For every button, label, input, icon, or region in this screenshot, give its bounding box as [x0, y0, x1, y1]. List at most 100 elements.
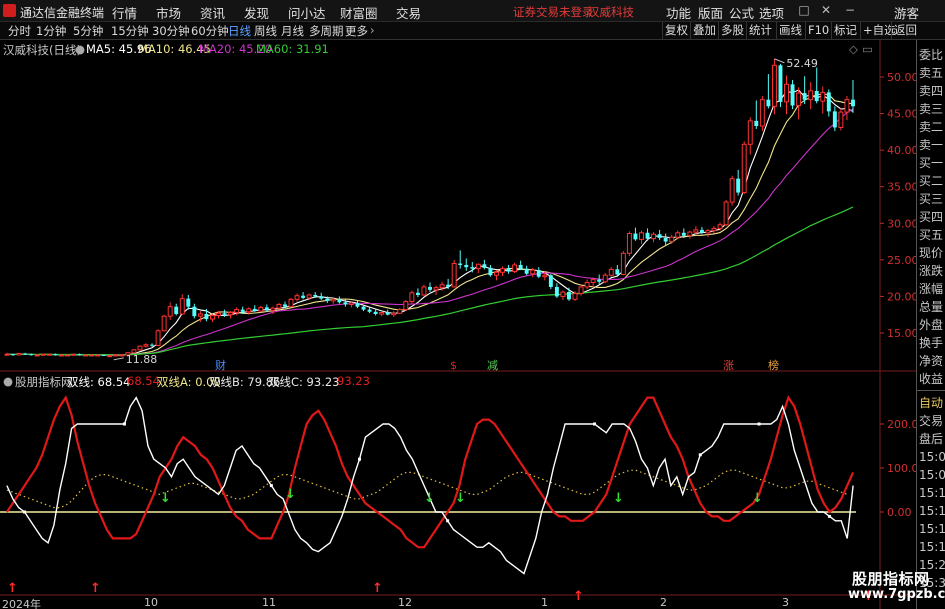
trade-login-notice[interactable]: 证券交易未登录 [513, 4, 594, 20]
rp-change-pct[interactable]: 涨幅 [919, 282, 945, 296]
candle-body-down [567, 292, 571, 300]
close-icon[interactable]: ✕ [818, 2, 834, 18]
rp-afterhours[interactable]: 盘后 [919, 432, 945, 446]
minimize-icon[interactable]: − [842, 2, 858, 18]
app-logo-icon [3, 4, 16, 17]
indicator-c-value2: 93.23 [337, 374, 370, 388]
candle-body-up [179, 298, 185, 315]
period-more[interactable]: 更多 [345, 23, 368, 39]
restore-icon[interactable]: □ [796, 2, 812, 18]
candle-body-up [4, 353, 10, 356]
menu-xuanxiang[interactable]: 选项 [759, 3, 784, 22]
menu-shichang[interactable]: 市场 [156, 3, 181, 22]
diamond-icon[interactable]: ◇ [849, 42, 858, 56]
menu-wenxiaoda[interactable]: 问小达 [288, 3, 326, 22]
candle-body-up [439, 284, 445, 289]
candle-body-down [458, 263, 463, 265]
tongji-button[interactable]: 统计 [746, 22, 774, 39]
app-name: 通达信金融终端 [20, 6, 105, 20]
collapse-icon[interactable]: ▭ [862, 42, 873, 56]
candle-body-down [174, 306, 179, 314]
rp-sell1[interactable]: 卖一 [919, 138, 945, 152]
candle-body-down [240, 309, 245, 312]
candle-body-up [808, 90, 814, 101]
duogu-button[interactable]: 多股 [718, 22, 746, 39]
candle-body-up [530, 269, 536, 275]
guest-button[interactable]: 游客 [894, 3, 919, 22]
rp-trade[interactable]: 交易 [919, 414, 945, 428]
candle-body-up [844, 99, 850, 113]
rp-change[interactable]: 涨跌 [919, 264, 945, 278]
candle-body-up [542, 274, 548, 278]
menu-zixun[interactable]: 资讯 [200, 3, 225, 22]
menu-caifuquan[interactable]: 财富圈 [340, 3, 378, 22]
menu-hangqing[interactable]: 行情 [112, 3, 137, 22]
period-60min[interactable]: 60分钟 [191, 23, 229, 39]
candle-body-down [446, 284, 451, 287]
price-axis: 50.00 45.00 40.00 35.00 30.00 25.00 20.00 15.00 [880, 71, 916, 340]
sell-arrow-icon: ↓ [285, 487, 296, 502]
rp-earnings[interactable]: 收益 [919, 372, 945, 386]
settings-dot-icon[interactable]: ● [75, 42, 85, 56]
f10-button[interactable]: F10 [805, 22, 831, 39]
period-30min[interactable]: 30分钟 [152, 23, 190, 39]
candle-body-up [16, 352, 22, 356]
candle-body-up [838, 111, 844, 128]
sell-arrow-icon: ↓ [752, 491, 763, 506]
biaoji-button[interactable]: 标记 [831, 22, 859, 39]
candle-body-down [428, 286, 432, 290]
rp-turnover[interactable]: 换手 [919, 336, 945, 350]
rp-buy4[interactable]: 买四 [919, 210, 945, 224]
menu-jiaoyi[interactable]: 交易 [396, 3, 421, 22]
candle-body-up [784, 83, 789, 103]
period-day[interactable]: 日线 [228, 23, 251, 39]
rp-buy2[interactable]: 买二 [919, 174, 945, 188]
rp-outer[interactable]: 外盘 [919, 318, 945, 332]
sell-arrow-icon: ↓ [160, 491, 171, 506]
candle-body-down [790, 84, 795, 106]
rp-sell5[interactable]: 卖五 [919, 66, 945, 80]
indicator-marker [122, 422, 126, 426]
back-button[interactable]: 返回 [891, 22, 919, 39]
candle-body-up [578, 286, 584, 295]
candle-body-down [361, 306, 366, 310]
period-5min[interactable]: 5分钟 [73, 23, 103, 39]
period-15min[interactable]: 15分钟 [111, 23, 149, 39]
candle-body-down [385, 312, 390, 315]
period-fenshi[interactable]: 分时 [8, 23, 31, 39]
menu-banmian[interactable]: 版面 [698, 3, 723, 22]
indicator-marker [269, 484, 273, 488]
period-1min[interactable]: 1分钟 [36, 23, 66, 39]
menu-gongneng[interactable]: 功能 [666, 3, 691, 22]
period-multi[interactable]: 多周期 [309, 23, 344, 39]
huaxian-button[interactable]: 画线 [776, 22, 804, 39]
rp-sell3[interactable]: 卖三 [919, 102, 945, 116]
diejia-button[interactable]: 叠加 [690, 22, 718, 39]
menu-faxian[interactable]: 发现 [244, 3, 269, 22]
indicator-settings-icon[interactable]: ● [3, 374, 13, 388]
rp-auto[interactable]: 自动 [919, 396, 945, 410]
rp-buy1[interactable]: 买一 [919, 156, 945, 170]
chart-canvas[interactable]: 50.0045.0040.0035.0030.0025.0020.0015.00… [0, 40, 916, 609]
rp-buy3[interactable]: 买三 [919, 192, 945, 206]
period-month[interactable]: 月线 [281, 23, 304, 39]
rp-sell2[interactable]: 卖二 [919, 120, 945, 134]
fuquan-button[interactable]: 复权 [662, 22, 690, 39]
rp-price[interactable]: 现价 [919, 246, 945, 260]
period-week[interactable]: 周线 [254, 23, 277, 39]
rp-time-1515: 15:15 [919, 522, 945, 536]
rp-time-1510: 15:10 [919, 486, 945, 500]
rp-weibi[interactable]: 委比 [919, 48, 945, 62]
rp-netasset[interactable]: 净资 [919, 354, 945, 368]
rp-sell4[interactable]: 卖四 [919, 84, 945, 98]
chevron-right-icon[interactable]: › [370, 23, 375, 37]
candle-body-down [554, 286, 559, 297]
buy-arrow-icon: ↑ [7, 581, 18, 596]
candle-body-down [204, 313, 209, 320]
rp-volume[interactable]: 总量 [919, 300, 945, 314]
candle-body-up [693, 229, 699, 233]
right-quote-panel: 委比 卖五 卖四 卖三 卖二 卖一 买一 买二 买三 买四 买五 现价 涨跌 涨… [916, 40, 945, 609]
menu-gongshi[interactable]: 公式 [729, 3, 754, 22]
rp-buy5[interactable]: 买五 [919, 228, 945, 242]
candle-body-down [464, 264, 469, 268]
